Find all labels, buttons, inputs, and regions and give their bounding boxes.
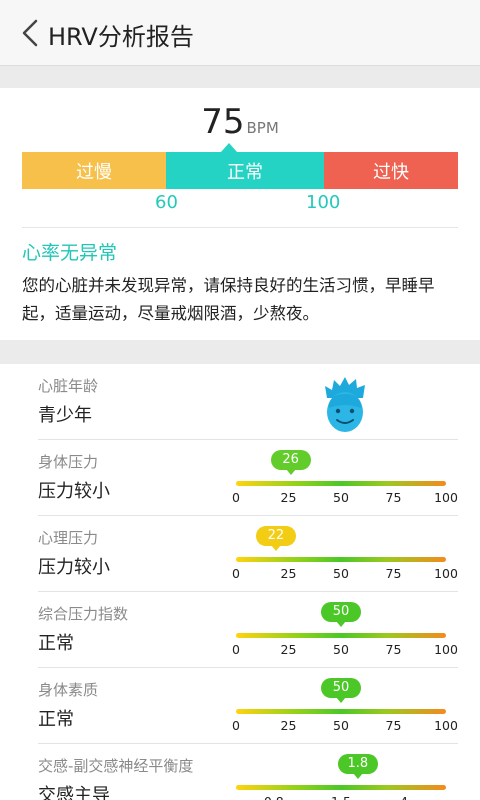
app-header: HRV分析报告 xyxy=(0,0,480,66)
tick-label: 75 xyxy=(385,718,402,733)
tick-label: 0 xyxy=(232,718,240,733)
tick-label: 50 xyxy=(333,718,349,733)
boy-face-icon xyxy=(325,377,365,432)
tick-label: 0 xyxy=(232,490,240,505)
tick-label: 1.5 xyxy=(331,794,351,800)
metric-label: 身体压力 xyxy=(38,453,99,471)
score-bar xyxy=(236,633,446,638)
heart-rate-status: 心率无异常 xyxy=(22,242,118,264)
chevron-left-icon xyxy=(22,19,38,47)
score-bubble: 50 xyxy=(321,602,361,622)
metric-body-stress: 身体压力 压力较小 26 0 25 50 75 100 xyxy=(0,440,480,516)
metric-autonomic-balance: 交感-副交感神经平衡度 交感主导 1.8 0.8 1.5 4 xyxy=(0,744,480,800)
tick-label: 50 xyxy=(333,490,349,505)
range-slow: 过慢 xyxy=(22,152,166,189)
divider xyxy=(22,227,458,228)
bpm-readout: 75 BPM xyxy=(0,102,480,142)
threshold-high: 100 xyxy=(306,192,341,213)
score-ticks: 0 25 50 75 100 xyxy=(232,490,458,508)
score-bar xyxy=(236,557,446,562)
tick-label: 25 xyxy=(280,718,297,733)
score-ticks: 0 25 50 75 100 xyxy=(232,718,458,736)
score-ticks: 0 25 50 75 100 xyxy=(232,642,458,660)
metric-label: 心理压力 xyxy=(38,529,99,547)
threshold-low: 60 xyxy=(155,192,178,213)
range-fast: 过快 xyxy=(324,152,458,189)
score-bubble: 50 xyxy=(321,678,361,698)
score-ticks: 0.8 1.5 4 xyxy=(236,794,446,800)
tick-label: 25 xyxy=(280,642,297,657)
metric-label: 交感-副交感神经平衡度 xyxy=(38,757,194,775)
tick-label: 4 xyxy=(400,794,408,800)
tick-label: 75 xyxy=(385,642,402,657)
bpm-value: 75 xyxy=(201,102,245,142)
bpm-unit: BPM xyxy=(246,119,279,137)
score-bar xyxy=(236,481,446,486)
tick-label: 0 xyxy=(232,566,240,581)
heart-rate-range-bar: 过慢 正常 过快 xyxy=(22,152,458,189)
range-normal: 正常 xyxy=(166,152,324,189)
tick-label: 25 xyxy=(280,490,297,505)
metric-value: 压力较小 xyxy=(38,481,110,502)
tick-label: 100 xyxy=(434,566,458,581)
tick-label: 100 xyxy=(434,490,458,505)
metric-mental-stress: 心理压力 压力较小 22 0 25 50 75 100 xyxy=(0,516,480,592)
metric-value: 青少年 xyxy=(38,405,92,426)
score-bar xyxy=(236,709,446,714)
metric-value: 交感主导 xyxy=(38,785,110,800)
heart-rate-card: 75 BPM 过慢 正常 过快 60 100 心率无异常 您的心脏并未发现异常，请… xyxy=(0,88,480,340)
tick-label: 50 xyxy=(333,566,349,581)
metric-value: 压力较小 xyxy=(38,557,110,578)
metric-label: 综合压力指数 xyxy=(38,605,129,623)
score-bubble: 26 xyxy=(270,450,311,470)
metrics-card: 心脏年龄 青少年 身体压力 压力较小 26 0 25 50 75 100 心理压力 压力… xyxy=(0,364,480,800)
tick-label: 0 xyxy=(232,642,240,657)
metric-label: 心脏年龄 xyxy=(38,377,99,395)
bpm-pointer xyxy=(221,143,237,152)
metric-fitness: 身体素质 正常 50 0 25 50 75 100 xyxy=(0,668,480,744)
back-button[interactable] xyxy=(18,18,46,48)
tick-label: 50 xyxy=(333,642,349,657)
score-ticks: 0 25 50 75 100 xyxy=(232,566,458,584)
metric-overall-stress: 综合压力指数 正常 50 0 25 50 75 100 xyxy=(0,592,480,668)
metric-value: 正常 xyxy=(38,633,74,654)
page-title: HRV分析报告 xyxy=(48,23,194,51)
tick-label: 100 xyxy=(434,718,458,733)
tick-label: 75 xyxy=(385,566,402,581)
metric-heart-age: 心脏年龄 青少年 xyxy=(0,364,480,440)
metric-label: 身体素质 xyxy=(38,681,99,699)
metric-value: 正常 xyxy=(38,709,74,730)
tick-label: 0.8 xyxy=(264,794,284,800)
score-bar xyxy=(236,785,446,790)
score-bubble: 1.8 xyxy=(337,754,378,774)
tick-label: 75 xyxy=(385,490,402,505)
score-bubble: 22 xyxy=(255,526,296,546)
tick-label: 100 xyxy=(434,642,458,657)
heart-rate-advice: 您的心脏并未发现异常，请保持良好的生活习惯，早睡早起，适量运动，尽量戒烟限酒，少… xyxy=(22,276,435,323)
tick-label: 25 xyxy=(280,566,297,581)
